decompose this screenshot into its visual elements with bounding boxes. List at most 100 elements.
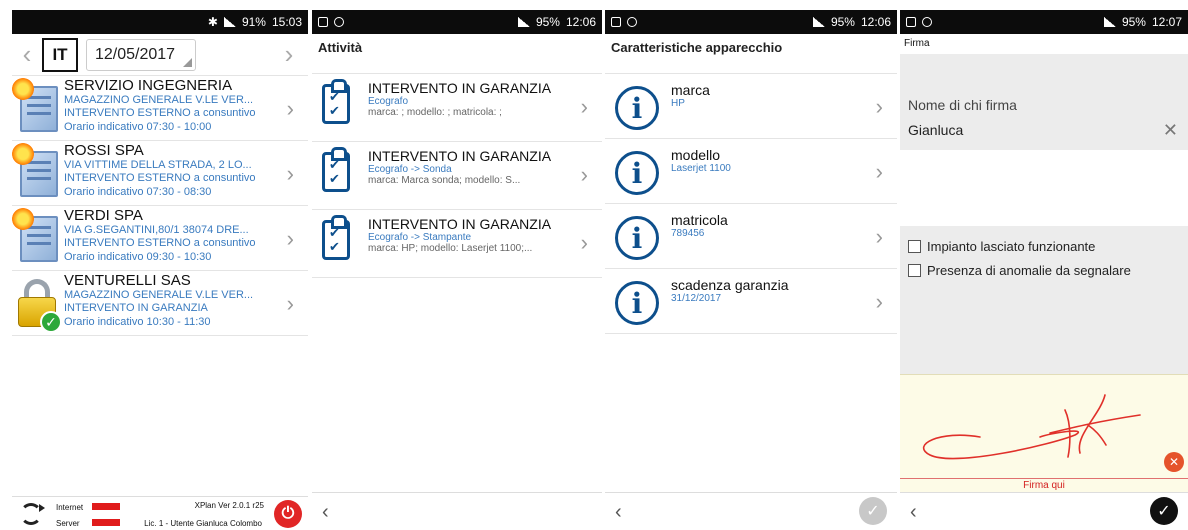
clock: 12:06: [565, 15, 596, 29]
internet-label: Internet: [56, 503, 84, 512]
chevron-right-icon: ›: [580, 230, 588, 255]
sync-status-icon: [922, 17, 932, 27]
signature-pad[interactable]: ✕: [900, 374, 1188, 478]
signature-screen: 95% 12:07 Firma Nome di chi firma Gianlu…: [900, 10, 1188, 530]
document-icon: [12, 78, 64, 138]
signer-name-label: Nome di chi firma: [900, 94, 1188, 116]
next-day-button[interactable]: ›: [274, 39, 304, 70]
activity-details: marca: ; modello: ; matricola: ;: [368, 107, 502, 118]
list-item[interactable]: ✓ VENTURELLI SAS MAGAZZINO GENERALE V.LE…: [12, 271, 308, 336]
status-bar: 95% 12:06: [312, 10, 602, 34]
internet-status-indicator: [92, 503, 120, 510]
chevron-right-icon: ›: [875, 159, 883, 184]
confirm-button[interactable]: ✓: [859, 497, 887, 525]
checkbox-working[interactable]: Impianto lasciato funzionante: [900, 234, 1188, 258]
signer-name-field[interactable]: Gianluca ✕: [900, 116, 1188, 150]
prev-day-button[interactable]: ‹: [12, 39, 42, 70]
clock: 12:07: [1151, 15, 1182, 29]
server-label: Server: [56, 519, 80, 528]
list-item[interactable]: i marca HP ›: [605, 74, 897, 139]
app-version: XPlan Ver 2.0.1 r25: [194, 501, 264, 510]
field-value: 31/12/2017: [671, 293, 722, 304]
chevron-right-icon: ›: [580, 94, 588, 119]
back-button[interactable]: ‹: [910, 501, 917, 524]
close-icon[interactable]: ✕: [1163, 120, 1178, 141]
chevron-right-icon: ›: [286, 96, 294, 121]
list-item[interactable]: SERVIZIO INGEGNERIA MAGAZZINO GENERALE V…: [12, 76, 308, 141]
time-range: Orario indicativo 07:30 - 10:00: [64, 121, 212, 133]
language-button[interactable]: IT: [42, 37, 78, 72]
activity-details: marca: HP; modello: Laserjet 1100;...: [368, 243, 533, 254]
page-title: Firma: [904, 38, 930, 49]
back-button[interactable]: ‹: [322, 501, 329, 524]
license-info: Lic. 1 - Utente Gianluca Colombo: [144, 519, 262, 528]
activity-details: marca: Marca sonda; modello: S...: [368, 175, 521, 186]
lock-icon: ✓: [12, 273, 64, 333]
date-navigation: ‹ IT 12/05/2017 ›: [12, 34, 308, 76]
clipboard-check-icon: ✔ ✔: [322, 79, 350, 124]
page-title: Caratteristiche apparecchio: [611, 39, 783, 55]
activity-device: Ecografo -> Sonda: [368, 164, 452, 175]
activity-title: INTERVENTO IN GARANZIA: [368, 148, 552, 164]
time-range: Orario indicativo 07:30 - 08:30: [64, 186, 212, 198]
customer-name: SERVIZIO INGEGNERIA: [64, 77, 233, 94]
intervention-type: INTERVENTO IN GARANZIA: [64, 302, 208, 314]
customer-name: ROSSI SPA: [64, 142, 144, 159]
notification-icon: [611, 17, 621, 27]
notification-icon: [318, 17, 328, 27]
bottom-nav: ‹ ✓: [900, 492, 1188, 530]
field-value: Laserjet 1100: [671, 163, 731, 174]
list-item[interactable]: i modello Laserjet 1100 ›: [605, 139, 897, 204]
date-field[interactable]: 12/05/2017: [86, 38, 196, 71]
intervention-type: INTERVENTO ESTERNO a consuntivo: [64, 237, 256, 249]
clear-signature-icon[interactable]: ✕: [1164, 452, 1184, 472]
list-item[interactable]: i matricola 789456 ›: [605, 204, 897, 269]
list-item[interactable]: ✔ ✔ INTERVENTO IN GARANZIA Ecografo -> So…: [312, 142, 602, 210]
date-value: 12/05/2017: [95, 45, 176, 63]
field-label: scadenza garanzia: [671, 277, 789, 293]
appointments-screen: ✱ 91% 15:03 ‹ IT 12/05/2017 › SERVIZIO I…: [12, 10, 308, 530]
clipboard-check-icon: ✔ ✔: [322, 147, 350, 192]
back-button[interactable]: ‹: [615, 501, 622, 524]
activity-title: INTERVENTO IN GARANZIA: [368, 80, 552, 96]
list-item[interactable]: ✔ ✔ INTERVENTO IN GARANZIA Ecografo marca…: [312, 74, 602, 142]
check-icon: ✓: [40, 311, 62, 333]
field-label: marca: [671, 82, 710, 98]
appointment-list: SERVIZIO INGEGNERIA MAGAZZINO GENERALE V…: [12, 76, 308, 336]
list-item[interactable]: VERDI SPA VIA G.SEGANTINI,80/1 38074 DRE…: [12, 206, 308, 271]
clipboard-check-icon: ✔ ✔: [322, 215, 350, 260]
checkbox-anomalies[interactable]: Presenza di anomalie da segnalare: [900, 258, 1188, 282]
signer-name-value: Gianluca: [908, 122, 964, 138]
confirm-button[interactable]: ✓: [1150, 497, 1178, 525]
intervention-type: INTERVENTO ESTERNO a consuntivo: [64, 107, 256, 119]
list-item[interactable]: ROSSI SPA VIA VITTIME DELLA STRADA, 2 LO…: [12, 141, 308, 206]
list-item[interactable]: ✔ ✔ INTERVENTO IN GARANZIA Ecografo -> St…: [312, 210, 602, 278]
checkbox-label: Impianto lasciato funzionante: [927, 238, 1096, 254]
customer-name: VERDI SPA: [64, 207, 143, 224]
sync-icon[interactable]: [20, 503, 45, 525]
status-bar: ✱ 91% 15:03: [12, 10, 308, 34]
activities-screen: 95% 12:06 Attività ✔ ✔ INTERVENTO IN GARA…: [312, 10, 602, 530]
info-icon: i: [615, 151, 659, 195]
customer-address: VIA G.SEGANTINI,80/1 38074 DRE...: [64, 224, 249, 236]
sync-status-icon: [627, 17, 637, 27]
signature-stroke: [922, 394, 1141, 460]
chevron-right-icon: ›: [580, 162, 588, 187]
status-bar: 95% 12:07: [900, 10, 1188, 34]
signal-icon: [223, 17, 236, 27]
info-icon: i: [615, 216, 659, 260]
chevron-right-icon: ›: [286, 291, 294, 316]
chevron-right-icon: ›: [286, 226, 294, 251]
battery-level: 95%: [535, 15, 560, 29]
chevron-right-icon: ›: [875, 224, 883, 249]
list-item[interactable]: i scadenza garanzia 31/12/2017 ›: [605, 269, 897, 334]
power-icon[interactable]: ⏻: [274, 500, 302, 528]
clock: 15:03: [271, 15, 302, 29]
chevron-right-icon: ›: [286, 161, 294, 186]
field-label: modello: [671, 147, 721, 163]
info-icon: i: [615, 86, 659, 130]
device-details-screen: 95% 12:06 Caratteristiche apparecchio i …: [605, 10, 897, 530]
status-bar: 95% 12:06: [605, 10, 897, 34]
customer-address: MAGAZZINO GENERALE V.LE VER...: [64, 289, 254, 301]
sync-status-icon: [334, 17, 344, 27]
